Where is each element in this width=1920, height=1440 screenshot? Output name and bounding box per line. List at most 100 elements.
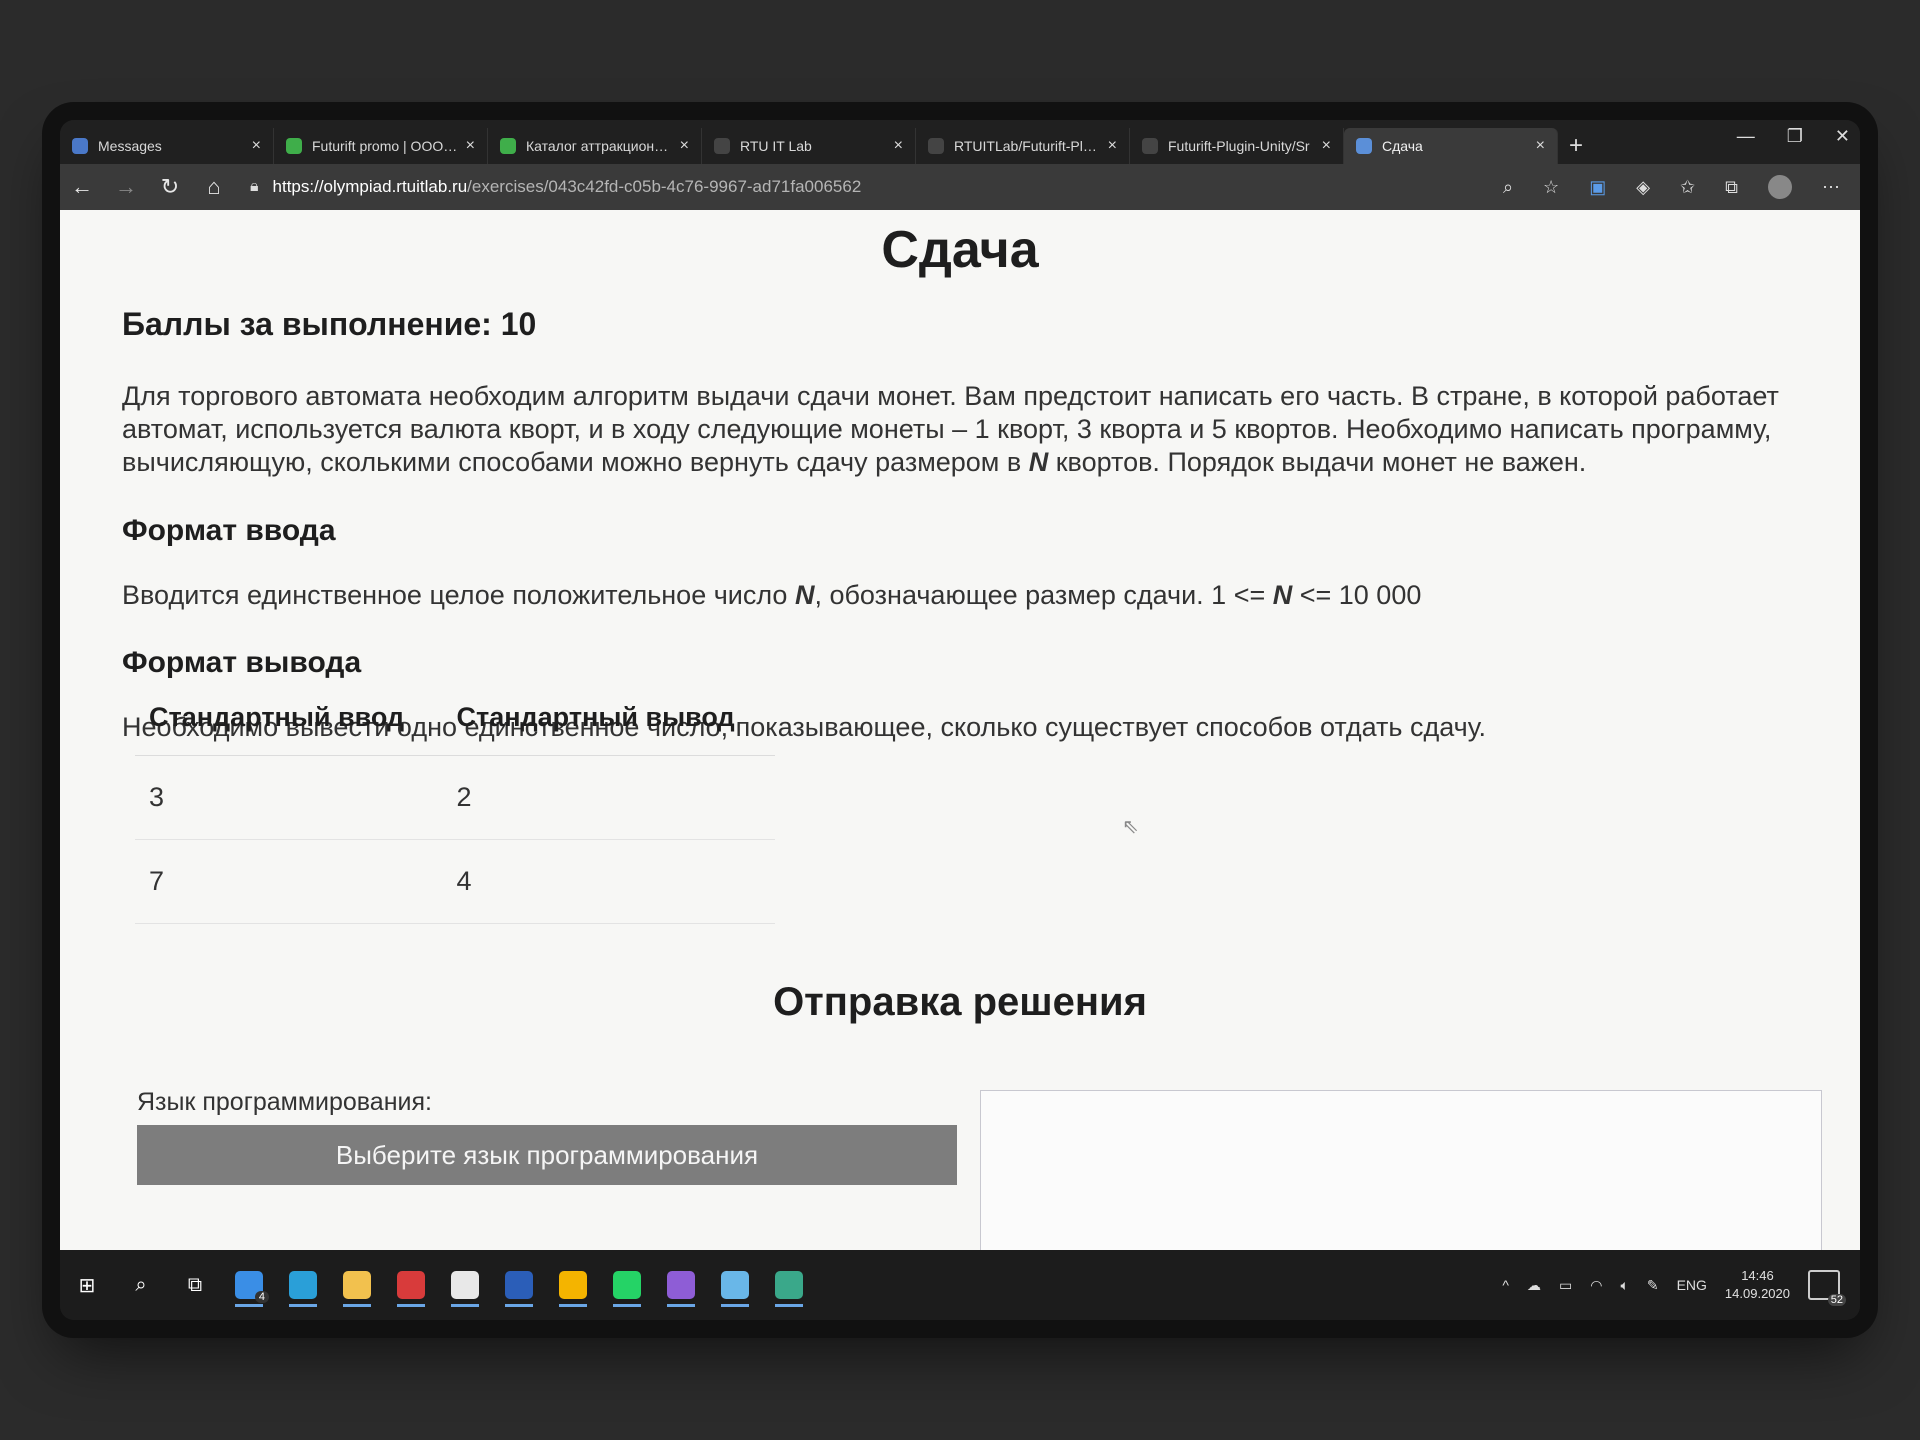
language-label: Язык программирования: [137,1088,432,1116]
browser-tab[interactable]: Futurift-Plugin-Unity/Sr × [1130,128,1344,164]
clock[interactable]: 14:46 14.09.2020 [1725,1267,1790,1303]
tab-label: Messages [98,138,162,154]
wifi-icon[interactable]: ◠ [1590,1277,1602,1294]
clock-date: 14.09.2020 [1724,1286,1790,1301]
taskbar-app-word[interactable] [495,1261,543,1309]
minimize-icon[interactable]: — [1737,126,1755,147]
onedrive-icon[interactable]: ☁ [1527,1277,1541,1294]
taskbar-app-chrome[interactable] [549,1261,597,1309]
taskbar-app-edge[interactable] [279,1261,327,1309]
input-format-text: Вводится единственное целое положительно… [122,580,1421,611]
translate-icon[interactable]: ▣ [1589,177,1606,198]
tab-label: Futurift-Plugin-Unity/Sr [1168,138,1310,154]
favorites-icon[interactable]: ✩ [1680,177,1695,198]
app-blue-icon [721,1271,749,1299]
tab-label: RTU IT Lab [740,138,812,154]
taskbar-app-app-red[interactable] [387,1261,435,1309]
url-field[interactable]: 🔒︎ https://olympiad.rtuitlab.ru /exercis… [250,177,861,197]
language-indicator[interactable]: ENG [1677,1277,1707,1293]
input-format-heading: Формат ввода [122,514,336,547]
close-tab-icon[interactable]: × [1322,137,1331,155]
close-tab-icon[interactable]: × [252,137,261,155]
battery-icon[interactable]: ▭ [1559,1277,1572,1294]
tab-label: Futurift promo | OOO "Li [312,138,458,154]
back-icon[interactable]: ← [60,174,104,200]
windows-start-icon[interactable]: ⊞ [63,1261,111,1309]
close-tab-icon[interactable]: × [894,137,903,155]
tray-chevron-icon[interactable]: ^ [1502,1277,1509,1293]
files-icon [343,1271,371,1299]
page-content: Сдача Баллы за выполнение: 10 Для торгов… [60,210,1860,1292]
collections-icon[interactable]: ⧉ [1725,177,1738,198]
taskbar-app-files[interactable] [333,1261,381,1309]
mouse-pointer-icon: ⇖ [1122,816,1139,838]
task-view-icon[interactable]: ⧉ [171,1261,219,1309]
table-row: 7 4 [135,839,775,924]
whatsapp-icon [613,1271,641,1299]
taskbar-app-visual-studio[interactable] [657,1261,705,1309]
url-path: /exercises/043c42fd-c05b-4c76-9967-ad71f… [467,177,862,196]
taskbar: ⊞ ⌕ ⧉ 4 ^ ☁ ▭ ◠ 🔈︎ ✎ ENG 14:46 14.09.202… [60,1250,1860,1320]
app-green-icon [775,1271,803,1299]
close-window-icon[interactable]: ✕ [1835,126,1850,147]
screen: Messages × Futurift promo | OOO "Li × Катало… [60,120,1860,1320]
more-icon[interactable]: ⋯ [1822,177,1840,198]
close-tab-icon[interactable]: × [1108,137,1117,155]
clock-time: 14:46 [1741,1268,1774,1283]
browser-tab[interactable]: Сдача × [1344,128,1558,164]
close-tab-icon[interactable]: × [680,137,689,155]
edge-icon [289,1271,317,1299]
examples-table: Стандартный ввод Стандартный вывод 3 2 7… [135,680,775,924]
slack-icon [451,1271,479,1299]
refresh-icon[interactable]: ↻ [148,174,192,200]
messages-icon [72,138,88,154]
forward-icon[interactable]: → [104,174,148,200]
submit-heading: Отправка решения [773,980,1147,1024]
taskbar-app-whatsapp[interactable] [603,1261,651,1309]
restore-icon[interactable]: ❐ [1787,126,1803,147]
github-icon [928,138,944,154]
variable-n: N [1028,447,1049,477]
futurift-icon [286,138,302,154]
home-icon[interactable]: ⌂ [192,174,236,200]
browser-tab[interactable]: RTU IT Lab × [702,128,916,164]
app-badge: 4 [254,1291,269,1303]
app-red-icon [397,1271,425,1299]
pen-icon[interactable]: ✎ [1647,1277,1659,1294]
profile-avatar[interactable] [1768,175,1792,199]
extension-icon[interactable]: ◈ [1636,177,1650,198]
taskbar-app-explorer-badge[interactable]: 4 [225,1261,273,1309]
page-icon [1356,138,1372,154]
new-tab-button[interactable]: + [1558,128,1594,164]
favorite-star-icon[interactable]: ☆ [1543,177,1559,198]
word-icon [505,1271,533,1299]
tab-label: RTUITLab/Futurift-Plugin [954,138,1100,154]
chrome-icon [559,1271,587,1299]
tab-label: Сдача [1382,138,1423,154]
close-tab-icon[interactable]: × [466,137,475,155]
browser-tab[interactable]: RTUITLab/Futurift-Plugin × [916,128,1130,164]
system-tray: ^ ☁ ▭ ◠ 🔈︎ ✎ ENG 14:46 14.09.2020 52 [1502,1267,1846,1306]
output-format-heading: Формат вывода [122,646,362,679]
input-text-2: , обозначающее размер сдачи. 1 <= [814,580,1273,610]
volume-icon[interactable]: 🔈︎ [1620,1277,1628,1294]
close-tab-icon[interactable]: × [1536,137,1545,155]
zoom-icon[interactable]: ⌕ [1503,177,1513,198]
taskbar-app-app-blue[interactable] [711,1261,759,1309]
search-icon[interactable]: ⌕ [117,1261,165,1309]
notifications-icon[interactable]: 52 [1808,1270,1846,1306]
example-input: 7 [135,839,443,924]
browser-toolbar: ⌕ ☆ ▣ ◈ ✩ ⧉ ⋯ [1503,175,1840,199]
browser-tab[interactable]: Messages × [60,128,274,164]
notification-count: 52 [1827,1294,1846,1306]
browser-tab[interactable]: Каталог аттракционов в × [488,128,702,164]
input-text-3: <= 10 000 [1292,580,1422,610]
taskbar-app-slack[interactable] [441,1261,489,1309]
column-header-output: Стандартный вывод [442,680,775,756]
browser-tab[interactable]: Futurift promo | OOO "Li × [274,128,488,164]
language-select[interactable]: Выберите язык программирования [137,1125,957,1185]
tab-label: Каталог аттракционов в [526,138,672,154]
lock-icon: 🔒︎ [250,178,259,195]
taskbar-app-app-green[interactable] [765,1261,813,1309]
column-header-input: Стандартный ввод [135,680,443,756]
